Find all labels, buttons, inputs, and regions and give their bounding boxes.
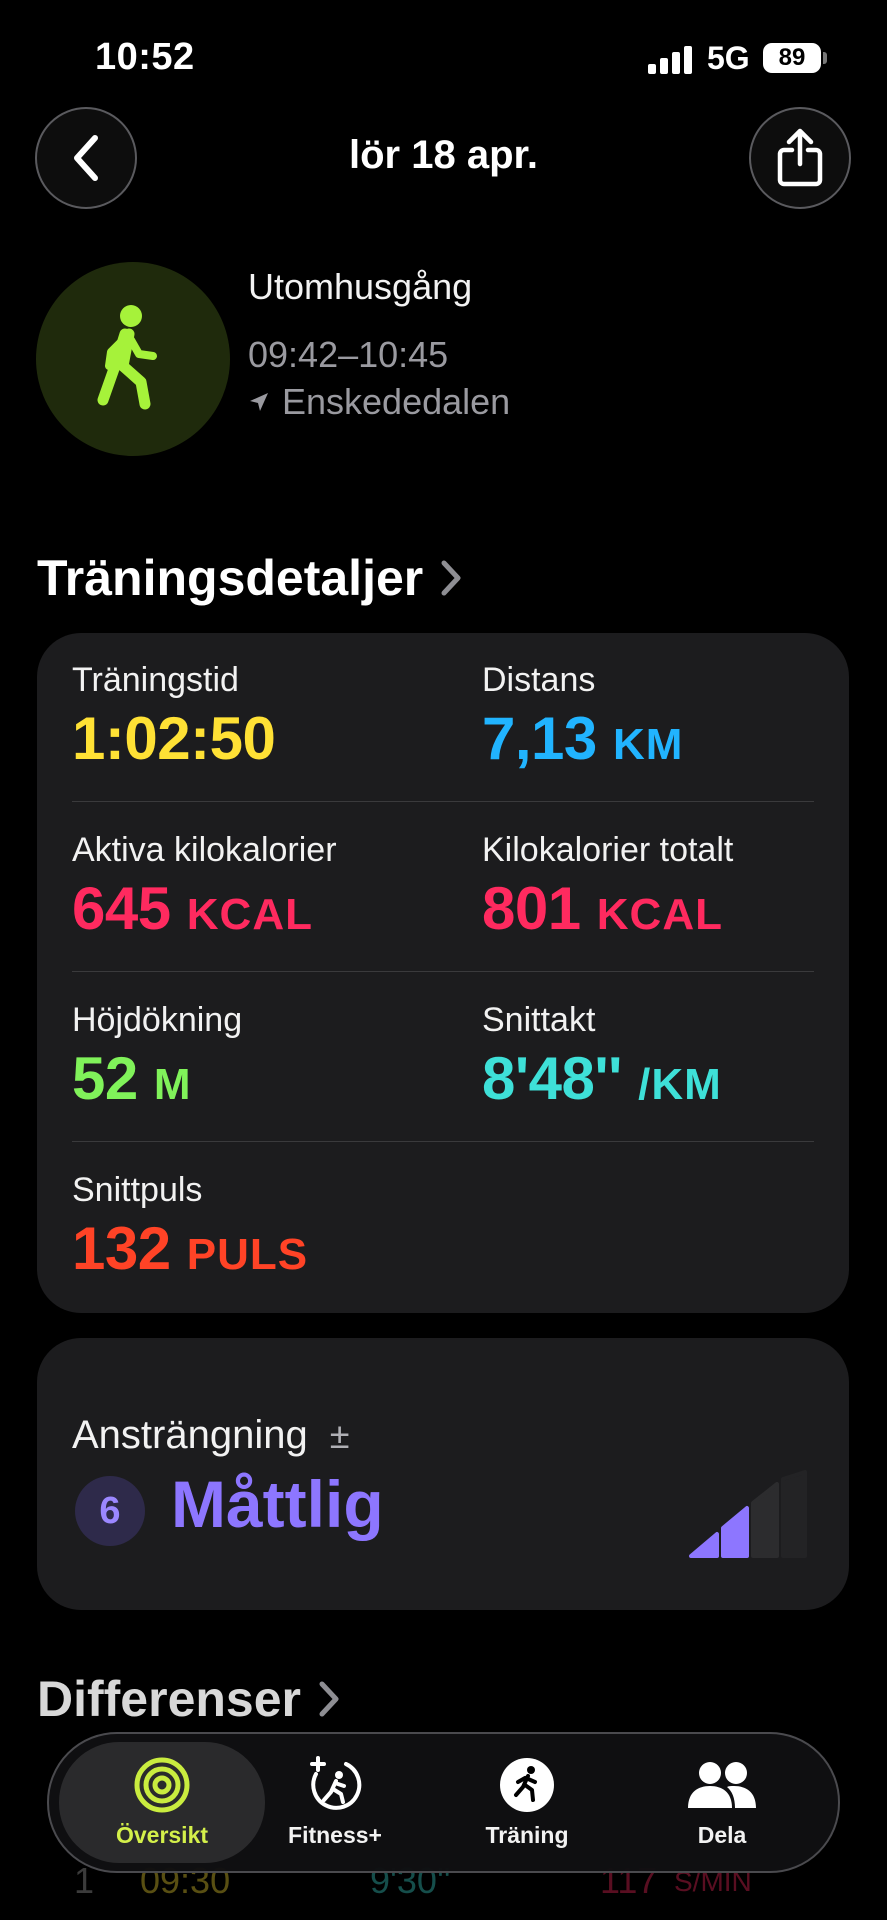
divider xyxy=(72,971,814,972)
metric-label: Träningstid xyxy=(72,661,239,699)
workout-details-card[interactable]: Träningstid 1:02:50 Distans 7,13 KM Akti… xyxy=(37,633,849,1313)
battery-tip xyxy=(823,52,827,64)
metric-label: Kilokalorier totalt xyxy=(482,831,734,869)
metric-duration: Träningstid 1:02:50 xyxy=(72,661,276,773)
metric-active-calories: Aktiva kilokalorier 645 KCAL xyxy=(72,831,337,943)
metric-label: Höjdökning xyxy=(72,1001,243,1039)
effort-level-badge: 6 xyxy=(75,1476,145,1546)
metric-avg-pace: Snittakt 8'48'' /KM xyxy=(482,1001,722,1113)
divider xyxy=(72,1141,814,1142)
tab-label: Dela xyxy=(697,1822,747,1848)
metric-value: 132 PULS xyxy=(72,1215,309,1282)
workout-time-range: 09:42–10:45 xyxy=(248,334,449,375)
workout-location: Enskededalen xyxy=(248,381,510,423)
divider xyxy=(72,801,814,802)
tab-label: Träning xyxy=(485,1822,569,1848)
metric-avg-heart-rate: Snittpuls 132 PULS xyxy=(72,1171,308,1283)
chevron-right-icon xyxy=(441,560,461,596)
signal-icon xyxy=(648,46,694,74)
workout-title: Utomhusgång xyxy=(248,266,473,307)
share-button[interactable] xyxy=(749,107,851,209)
share-icon xyxy=(777,128,823,187)
metric-label: Snittakt xyxy=(482,1001,596,1039)
workout-location-text: Enskededalen xyxy=(282,381,511,422)
chevron-right-icon xyxy=(319,1681,339,1717)
tab-bar: Översikt Fitness+ Träning Dela xyxy=(47,1732,840,1873)
effort-description: Måttlig xyxy=(171,1467,384,1541)
running-figure-icon xyxy=(500,1758,554,1812)
status-bar: 10:52 5G 89 xyxy=(0,0,887,110)
status-time: 10:52 xyxy=(95,36,195,78)
battery-icon: 89 xyxy=(763,43,821,73)
fitness-plus-icon xyxy=(310,1756,362,1810)
metric-value: 7,13 KM xyxy=(482,705,684,772)
metric-total-calories: Kilokalorier totalt 801 KCAL xyxy=(482,831,733,943)
metric-elevation-gain: Höjdökning 52 M xyxy=(72,1001,242,1113)
tab-fitness-plus[interactable]: Fitness+ xyxy=(247,1742,423,1863)
details-heading[interactable]: Träningsdetaljer xyxy=(37,549,463,607)
workout-type-icon xyxy=(36,262,230,456)
details-heading-text: Träningsdetaljer xyxy=(37,550,424,606)
metric-value: 52 M xyxy=(72,1045,192,1112)
splits-heading-text: Differenser xyxy=(37,1671,301,1727)
activity-rings-icon xyxy=(134,1757,190,1813)
metric-label: Snittpuls xyxy=(72,1171,203,1209)
tab-label: Fitness+ xyxy=(288,1822,382,1848)
metric-label: Aktiva kilokalorier xyxy=(72,831,337,869)
metric-value: 801 KCAL xyxy=(482,875,723,942)
tab-overview[interactable]: Översikt xyxy=(59,1742,265,1863)
effort-label-text: Ansträngning xyxy=(72,1413,308,1457)
people-icon xyxy=(688,1762,756,1808)
effort-card[interactable]: Ansträngning ± 6 Måttlig xyxy=(37,1338,849,1610)
effort-bars-icon xyxy=(689,1470,807,1558)
metric-value: 1:02:50 xyxy=(72,705,276,772)
metric-value: 645 KCAL xyxy=(72,875,313,942)
metric-value: 8'48'' /KM xyxy=(482,1045,722,1112)
location-arrow-icon xyxy=(250,393,268,411)
splits-heading[interactable]: Differenser xyxy=(37,1670,341,1728)
adjust-icon[interactable]: ± xyxy=(330,1415,350,1457)
walking-figure-icon xyxy=(97,305,157,410)
tab-share[interactable]: Dela xyxy=(629,1742,815,1863)
network-label: 5G xyxy=(707,40,750,76)
tab-label: Översikt xyxy=(115,1822,209,1848)
tab-training[interactable]: Träning xyxy=(439,1742,615,1863)
effort-label: Ansträngning ± xyxy=(72,1413,350,1458)
metric-distance: Distans 7,13 KM xyxy=(482,661,683,773)
metric-label: Distans xyxy=(482,661,596,699)
